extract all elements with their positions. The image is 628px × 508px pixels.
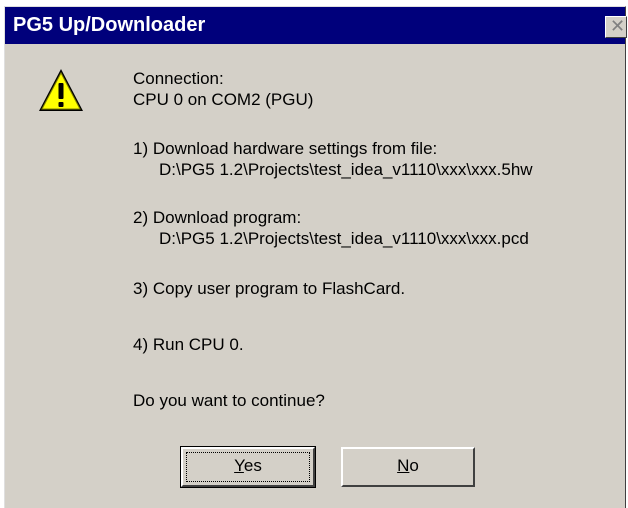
close-button[interactable]: ✕ xyxy=(605,16,627,38)
yes-button-label: Yes xyxy=(186,452,310,482)
connection-value: CPU 0 on COM2 (PGU) xyxy=(133,90,314,109)
connection-label: Connection: xyxy=(133,69,224,88)
step-2-path: D:\PG5 1.2\Projects\test_idea_v1110\xxx\… xyxy=(159,229,529,248)
step-3-text: 3) Copy user program to FlashCard. xyxy=(133,279,406,298)
dialog-window: PG5 Up/Downloader ✕ Connection: CPU 0 on… xyxy=(4,6,627,508)
continue-question: Do you want to continue? xyxy=(133,391,325,410)
window-title: PG5 Up/Downloader xyxy=(13,14,206,36)
title-bar[interactable]: PG5 Up/Downloader ✕ xyxy=(5,7,627,44)
no-button[interactable]: No xyxy=(341,447,475,487)
step-2-text: 2) Download program: xyxy=(133,208,302,227)
warning-icon xyxy=(39,69,83,111)
close-icon: ✕ xyxy=(610,16,626,37)
step-1-path: D:\PG5 1.2\Projects\test_idea_v1110\xxx\… xyxy=(159,160,533,179)
yes-button[interactable]: Yes xyxy=(180,446,316,488)
step-4-text: 4) Run CPU 0. xyxy=(133,335,244,354)
step-1-text: 1) Download hardware settings from file: xyxy=(133,139,438,158)
